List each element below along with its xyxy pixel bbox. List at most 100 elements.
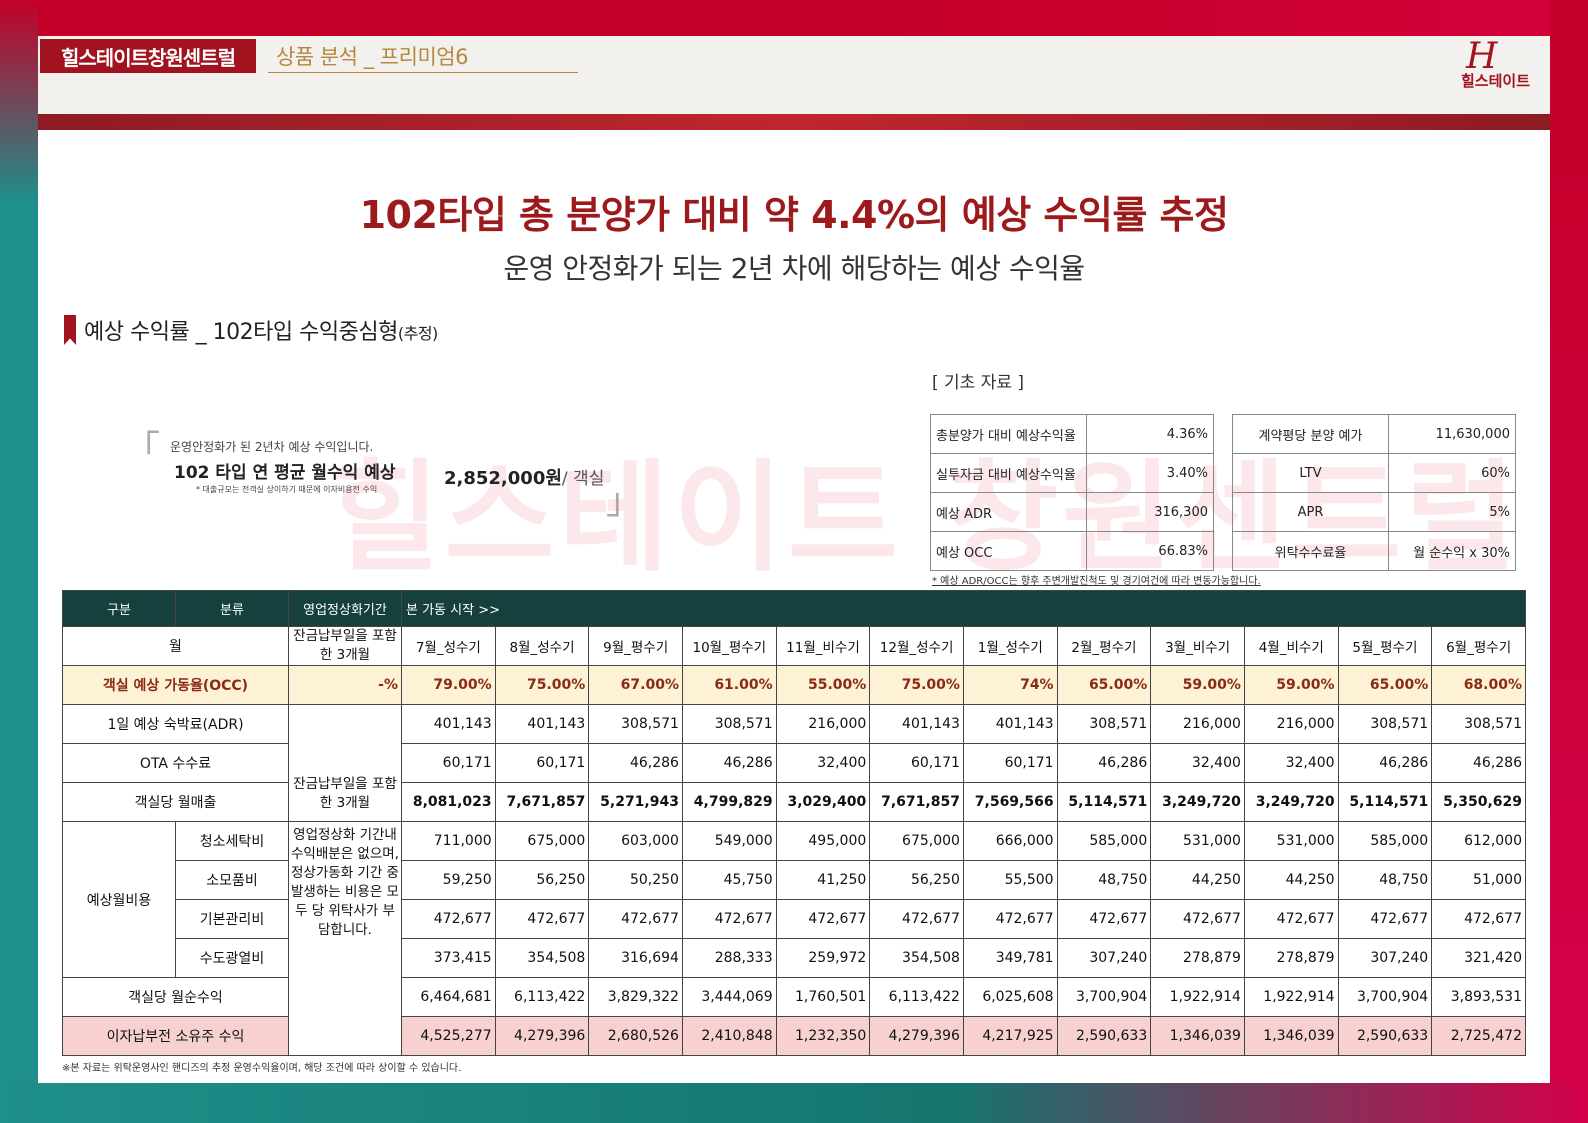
value-cell: 3,893,531 (1431, 977, 1526, 1017)
value-cell: 6,025,608 (962, 977, 1058, 1017)
value-cell: 7,671,857 (869, 782, 964, 822)
value-cell: 55,500 (962, 860, 1058, 900)
value-cell: 472,677 (1150, 899, 1245, 939)
value-cell: 666,000 (962, 821, 1058, 861)
row-label: 객실당 월매출 (62, 782, 289, 822)
value-cell: 373,415 (401, 938, 496, 978)
month-header: 9월_평수기 (588, 626, 683, 666)
value-cell: 60,171 (401, 743, 496, 783)
basic-value: 월 순수익 x 30% (1388, 531, 1516, 571)
value-cell: 675,000 (494, 821, 590, 861)
value-cell: 3,249,720 (1243, 782, 1339, 822)
value-cell: 401,143 (401, 704, 496, 744)
value-cell: 46,286 (681, 743, 777, 783)
value-cell: 55.00% (775, 665, 871, 705)
brand-tab[interactable]: 힐스테이트창원센트럴 (40, 39, 256, 73)
month-header: 7월_성수기 (401, 626, 496, 666)
value-cell: 308,571 (588, 704, 683, 744)
value-cell: 321,420 (1431, 938, 1526, 978)
value-cell: 4,217,925 (962, 1016, 1058, 1056)
value-cell: 3,249,720 (1150, 782, 1245, 822)
value-cell: 278,879 (1150, 938, 1245, 978)
value-cell: 75.00% (494, 665, 590, 705)
basic-data-note: * 예상 ADR/OCC는 향후 주변개발진척도 및 경기여건에 따라 변동가능… (932, 576, 1261, 587)
expense-row: 수도광열비 373,415 354,508 316,694 288,333 259,972… (63, 938, 1526, 978)
value-cell: 216,000 (1150, 704, 1245, 744)
value-cell: 59.00% (1243, 665, 1339, 705)
revenue-table: 구분 분류 영업정상화기간 본 가동 시작 >> 월 잔금납부일을 포함한 3개월… (62, 590, 1526, 1056)
value-cell: 3,444,069 (681, 977, 777, 1017)
value-cell: 472,677 (962, 899, 1058, 939)
basic-data-table-left: 총분양가 대비 예상수익율 4.36% 실투자금 대비 예상수익율 3.40% 예상… (930, 414, 1214, 571)
value-cell: 46,286 (588, 743, 683, 783)
monthly-label: 102 타입 연 평균 월수익 예상 (174, 463, 396, 483)
value-cell: 1,346,039 (1150, 1016, 1245, 1056)
value-cell: 5,114,571 (1056, 782, 1152, 822)
adr-row: 1일 예상 숙박료(ADR) 잔금납부일을 포함한 3개월 401,143 401,1… (62, 704, 1526, 822)
month-header: 1월_성수기 (962, 626, 1058, 666)
basic-label: 예상 ADR (930, 492, 1087, 532)
value-cell: 278,879 (1243, 938, 1339, 978)
value-cell: 1,346,039 (1243, 1016, 1339, 1056)
value-cell: 308,571 (1431, 704, 1526, 744)
value-cell: 60,171 (869, 743, 964, 783)
value-cell: 51,000 (1431, 860, 1526, 900)
header-band (38, 36, 1550, 116)
month-header: 3월_비수기 (1150, 626, 1245, 666)
frame-right-bar (1550, 0, 1588, 1123)
expense-label: 청소세탁비 (175, 821, 289, 861)
basic-value: 5% (1388, 492, 1516, 532)
value-cell: 7,671,857 (494, 782, 590, 822)
basic-data-table-right: 계약평당 분양 예가 11,630,000 LTV 60% APR 5% 위탁수수료율… (1232, 414, 1516, 571)
value-cell: 46,286 (1337, 743, 1433, 783)
value-cell: 1,922,914 (1243, 977, 1339, 1017)
header-classification: 분류 (175, 590, 289, 627)
row-label: 객실당 월순수익 (62, 977, 289, 1017)
value-cell: 472,677 (775, 899, 871, 939)
footnote: ※본 자료는 위탁운영사인 핸디즈의 추정 운영수익율이며, 해당 조건에 따라… (62, 1063, 462, 1074)
value-cell: 472,677 (401, 899, 496, 939)
expense-label: 기본관리비 (175, 899, 289, 939)
value-cell: 308,571 (681, 704, 777, 744)
month-header: 10월_평수기 (681, 626, 777, 666)
value-cell: 2,680,526 (588, 1016, 683, 1056)
page-subtitle: 운영 안정화가 되는 2년 차에 해당하는 예상 수익율 (503, 252, 1085, 285)
value-cell: 4,525,277 (401, 1016, 496, 1056)
basic-value: 66.83% (1086, 531, 1214, 571)
value-cell: 32,400 (1150, 743, 1245, 783)
quote-close-icon: 」 (606, 481, 643, 522)
expense-label: 수도광열비 (175, 938, 289, 978)
value-cell: 259,972 (775, 938, 871, 978)
value-cell: 3,029,400 (775, 782, 871, 822)
period-value: -% (288, 665, 402, 705)
value-cell: 6,113,422 (869, 977, 964, 1017)
value-cell: 32,400 (1243, 743, 1339, 783)
value-cell: 32,400 (775, 743, 871, 783)
value-cell: 354,508 (494, 938, 590, 978)
quote-open-icon: 「 (124, 429, 161, 470)
value-cell: 56,250 (869, 860, 964, 900)
monthly-note: * 대출규모는 전객실 상이하기 때문에 이자비용전 수익 (196, 485, 378, 494)
section-heading: 예상 수익률 _ 102타입 수익중심형(추정) (64, 314, 438, 346)
value-cell: 472,677 (1337, 899, 1433, 939)
value-cell: 5,271,943 (588, 782, 683, 822)
owner-row: 이자납부전 소유주 수익 4,525,277 4,279,396 2,680,526 2… (62, 1016, 1526, 1056)
value-cell: 308,571 (1056, 704, 1152, 744)
basic-row: 위탁수수료율 월 순수익 x 30% (1232, 531, 1516, 571)
value-cell: 74% (962, 665, 1058, 705)
value-cell: 472,677 (869, 899, 964, 939)
row-label: 1일 예상 숙박료(ADR) (62, 704, 289, 744)
section-name: 상품 분석 _ 프리미엄6 (276, 45, 468, 69)
basic-row: 예상 ADR 316,300 (930, 492, 1214, 532)
value-cell: 61.00% (681, 665, 777, 705)
logo-text: 힐스테이트 (1461, 72, 1531, 90)
value-cell: 472,677 (1431, 899, 1526, 939)
value-cell: 1,922,914 (1150, 977, 1245, 1017)
basic-label: 계약평당 분양 예가 (1232, 414, 1389, 454)
basic-value: 11,630,000 (1388, 414, 1516, 454)
value-cell: 79.00% (401, 665, 496, 705)
value-cell: 4,799,829 (681, 782, 777, 822)
value-cell: 472,677 (494, 899, 590, 939)
value-cell: 603,000 (588, 821, 683, 861)
value-cell: 6,464,681 (401, 977, 496, 1017)
